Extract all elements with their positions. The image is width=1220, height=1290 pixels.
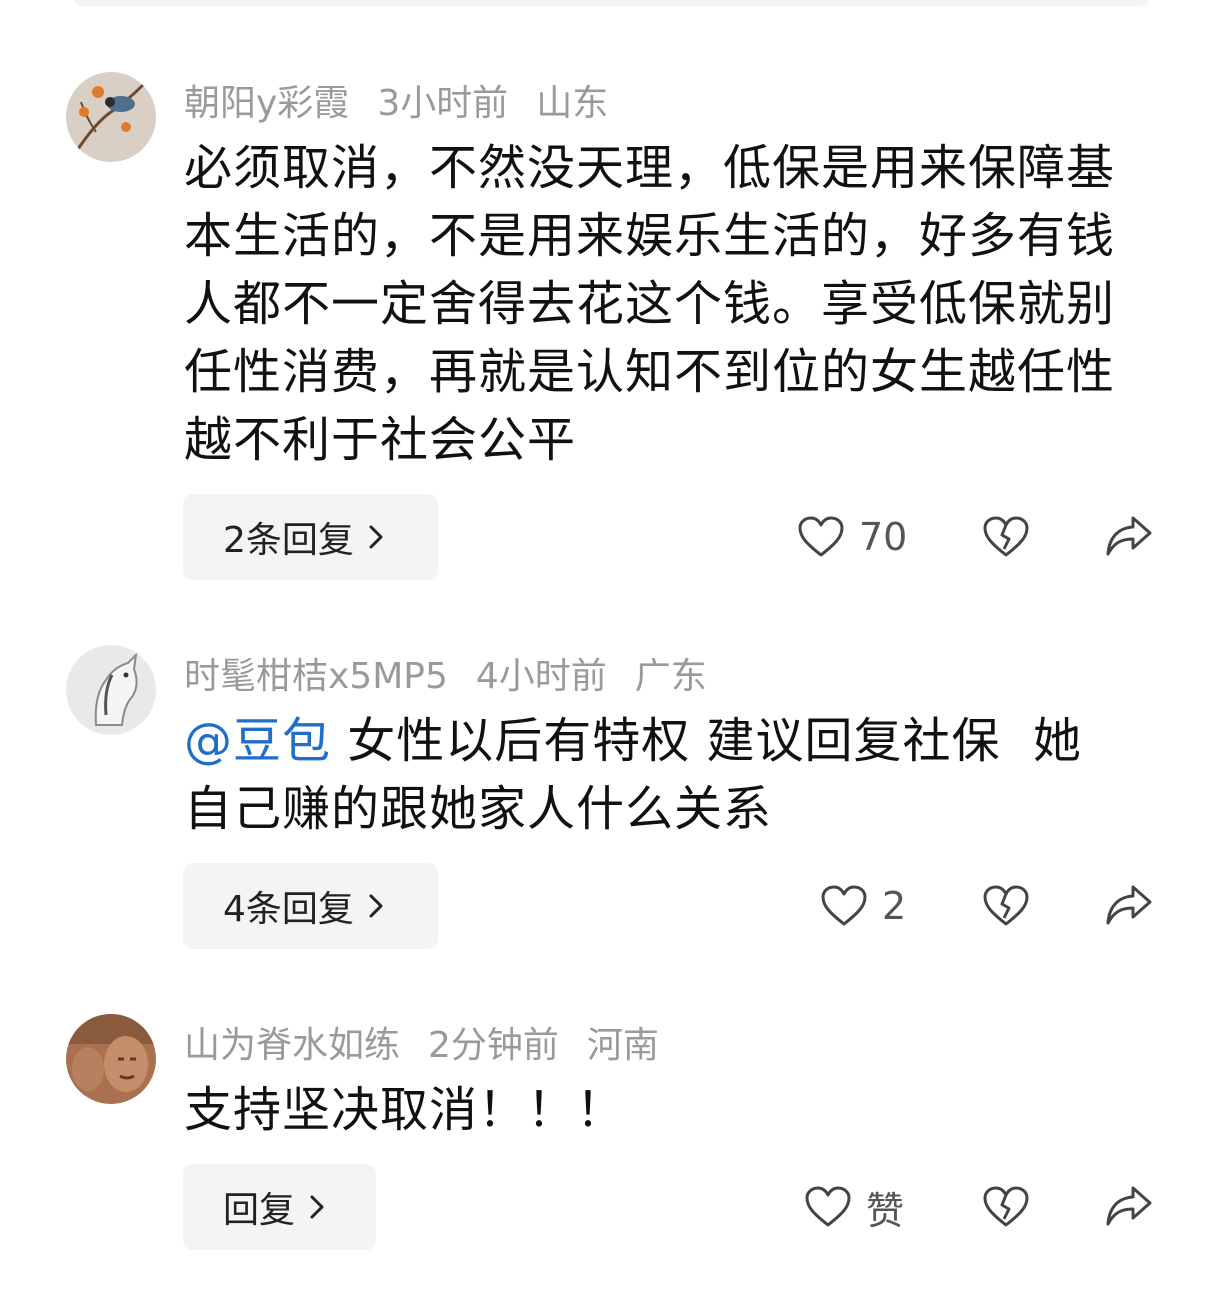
comment-location: 山东	[536, 83, 609, 124]
comment-text: 支持坚决取消！！！	[184, 1082, 626, 1138]
broken-heart-icon[interactable]	[982, 1185, 1030, 1229]
avatar[interactable]	[66, 72, 156, 162]
username[interactable]: 时髦柑桔x5MP5	[184, 647, 448, 699]
broken-heart-icon[interactable]	[982, 884, 1030, 928]
heart-outline-icon	[804, 1185, 852, 1229]
share-arrow-icon[interactable]	[1105, 1184, 1153, 1230]
like-button[interactable]: 70	[797, 515, 907, 559]
comment-location: 广东	[634, 656, 707, 697]
heart-outline-icon	[797, 515, 845, 559]
comment-time: 2分钟前	[428, 1025, 559, 1066]
comment-meta: 山为脊水如练 2分钟前 河南	[184, 1014, 659, 1070]
like-count: 70	[859, 515, 908, 559]
chevron-right-icon	[309, 1194, 325, 1220]
previous-card-edge	[72, 0, 1150, 6]
comment-time: 3小时前	[377, 83, 509, 124]
avatar[interactable]	[66, 645, 156, 735]
chevron-right-icon	[368, 893, 384, 919]
share-arrow-icon[interactable]	[1105, 883, 1153, 929]
username[interactable]: 山为脊水如练	[184, 1016, 400, 1068]
like-button[interactable]: 2	[820, 884, 906, 928]
comment-meta: 时髦柑桔x5MP5 4小时前 广东	[184, 645, 707, 701]
reply-count-label: 2条回复	[223, 520, 354, 561]
view-replies-button[interactable]: 4条回复	[183, 863, 438, 949]
like-count: 2	[882, 884, 907, 928]
comment-time: 4小时前	[475, 656, 607, 697]
mention-link[interactable]: @豆包	[184, 713, 331, 769]
reply-label: 回复	[223, 1190, 296, 1231]
broken-heart-icon[interactable]	[982, 515, 1030, 559]
comment-text: @豆包 女性以后有特权 建议回复社保 她自己赚的跟她家人什么关系	[184, 707, 1124, 843]
like-button[interactable]: 赞	[804, 1185, 904, 1233]
reply-button[interactable]: 回复	[183, 1164, 376, 1250]
reply-count-label: 4条回复	[223, 889, 354, 930]
heart-outline-icon	[820, 884, 868, 928]
like-label: 赞	[866, 1188, 905, 1233]
avatar[interactable]	[66, 1014, 156, 1104]
chevron-right-icon	[368, 524, 384, 550]
view-replies-button[interactable]: 2条回复	[183, 494, 438, 580]
username[interactable]: 朝阳y彩霞	[184, 74, 349, 126]
share-arrow-icon[interactable]	[1105, 514, 1153, 560]
comment-location: 河南	[586, 1025, 659, 1066]
comment-meta: 朝阳y彩霞 3小时前 山东	[184, 72, 608, 128]
comment-text: 必须取消，不然没天理，低保是用来保障基本生活的，不是用来娱乐生活的，好多有钱人都…	[184, 140, 1116, 468]
